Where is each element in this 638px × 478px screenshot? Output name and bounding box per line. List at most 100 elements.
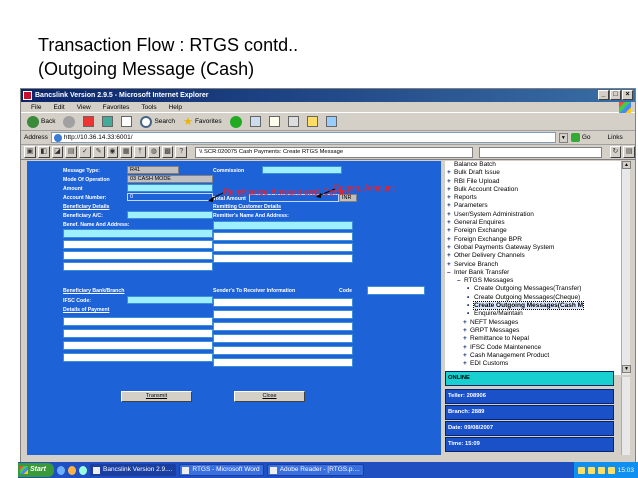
tree-node[interactable]: + Reports (445, 194, 621, 202)
benef-address-line-1[interactable] (63, 229, 213, 238)
transmit-button[interactable]: Transmit (121, 391, 192, 402)
messenger-button[interactable] (324, 114, 339, 129)
tree-expander-icon[interactable]: • (467, 294, 474, 302)
print-button[interactable] (286, 114, 301, 129)
app-tool-4[interactable]: ▤ (65, 146, 78, 158)
menu-file[interactable]: File (31, 102, 41, 112)
tree-scroll-down[interactable]: ▼ (622, 365, 631, 373)
tree-expander-icon[interactable]: + (447, 252, 454, 260)
code-select[interactable] (367, 286, 425, 295)
tray-icon-4[interactable] (607, 466, 615, 474)
tree-node[interactable]: – Inter Bank Transfer (445, 269, 621, 277)
tree-expander-icon[interactable]: + (463, 335, 470, 343)
quicklaunch-desktop-icon[interactable] (68, 465, 76, 475)
media-button[interactable] (228, 114, 244, 129)
tree-scrollbar[interactable]: ▲ ▼ (621, 161, 631, 375)
app-tool-3[interactable]: ◪ (51, 146, 64, 158)
app-tool-12[interactable]: ? (175, 146, 188, 158)
screen-search-input[interactable] (479, 146, 602, 158)
remitter-address-line-1[interactable] (213, 221, 353, 230)
menu-favorites[interactable]: Favorites (103, 102, 130, 112)
tree-expander-icon[interactable]: + (447, 227, 454, 235)
favorites-button[interactable]: ★ Favorites (181, 114, 224, 129)
tree-node[interactable]: • Enquire/Maintain (445, 310, 621, 318)
tray-icon-2[interactable] (587, 466, 595, 474)
tree-node[interactable]: + General Enquires (445, 219, 621, 227)
tree-node[interactable]: + RBI File Upload (445, 178, 621, 186)
tree-expander-icon[interactable]: + (447, 178, 454, 186)
remitter-address-line-4[interactable] (213, 254, 353, 263)
tree-expander-icon[interactable]: + (447, 261, 454, 269)
tree-node[interactable]: + Other Delivery Channels (445, 252, 621, 260)
message-type-field[interactable]: R41 (127, 166, 179, 174)
back-button[interactable]: Back (25, 114, 57, 129)
payment-details-line-1[interactable] (63, 317, 213, 326)
app-tool-10[interactable]: ◍ (147, 146, 160, 158)
stop-button[interactable] (81, 114, 96, 129)
benef-address-line-3[interactable] (63, 251, 213, 260)
tree-node[interactable]: + Global Payments Gateway System (445, 244, 621, 252)
app-tool-11[interactable]: ▩ (161, 146, 174, 158)
edit-button[interactable] (305, 114, 320, 129)
remitter-address-line-2[interactable] (213, 232, 353, 241)
mode-of-operation-field[interactable]: 03 CASH MODE (127, 175, 213, 183)
tree-expander-icon[interactable]: + (463, 319, 470, 327)
amount-input[interactable] (127, 184, 213, 192)
payment-details-line-4[interactable] (63, 353, 213, 362)
menu-tools[interactable]: Tools (141, 102, 156, 112)
sender-info-line-4[interactable] (213, 334, 353, 343)
menu-help[interactable]: Help (169, 102, 182, 112)
close-button[interactable]: Close (234, 391, 305, 402)
forward-button[interactable] (61, 114, 77, 129)
remitter-address-line-3[interactable] (213, 243, 353, 252)
refresh-button[interactable] (100, 114, 115, 129)
app-tool-2[interactable]: ◧ (37, 146, 50, 158)
quicklaunch-ie-icon[interactable] (57, 465, 65, 475)
payment-details-line-2[interactable] (63, 329, 213, 338)
app-tool-5[interactable]: ✓ (79, 146, 91, 158)
tree-node[interactable]: • Create Outgoing Messages(Transfer) (445, 285, 621, 293)
task-adobe[interactable]: Adobe Reader - [RTGS.p.... (266, 464, 364, 476)
tree-expander-icon[interactable]: + (447, 211, 454, 219)
benef-address-line-4[interactable] (63, 262, 213, 271)
task-bancslink[interactable]: Bancslink Version 2.9.... (90, 464, 177, 476)
tree-node[interactable]: + EDI Customs (445, 360, 621, 368)
payment-details-line-3[interactable] (63, 341, 213, 350)
account-number-field[interactable]: 0 (127, 193, 213, 201)
tree-expander-icon[interactable]: • (467, 285, 474, 293)
history-button[interactable] (248, 114, 263, 129)
app-tool-6[interactable]: ✎ (92, 146, 105, 158)
address-dropdown-button[interactable]: ▼ (558, 132, 568, 143)
maximize-button[interactable]: □ (610, 90, 621, 100)
close-window-button[interactable]: × (622, 90, 633, 100)
tree-node[interactable]: + NEFT Messages (445, 319, 621, 327)
tree-node[interactable]: • Create Outgoing Messages(Cash M (445, 301, 621, 311)
tree-node[interactable]: • Create Outgoing Messages(Cheque) (445, 294, 621, 302)
beneficiary-ac-input[interactable] (127, 211, 213, 219)
tree-expander-icon[interactable]: – (457, 277, 464, 285)
start-button[interactable]: Start (18, 463, 54, 477)
links-label[interactable]: Links (608, 134, 623, 141)
minimize-button[interactable]: _ (598, 90, 609, 100)
tree-node[interactable]: + Bulk Draft Issue (445, 169, 621, 177)
tree-node[interactable]: + Bulk Account Creation (445, 186, 621, 194)
tree-expander-icon[interactable]: + (463, 360, 470, 368)
search-button[interactable]: Search (138, 114, 177, 129)
tree-expander-icon[interactable]: + (447, 236, 454, 244)
quicklaunch-media-icon[interactable] (79, 465, 87, 475)
print-screen-button[interactable]: ▤ (623, 146, 635, 158)
tree-node[interactable]: + Cash Management Product (445, 352, 621, 360)
tree-node[interactable]: + Foreign Exchange BPR (445, 236, 621, 244)
sender-info-line-3[interactable] (213, 322, 353, 331)
tree-node[interactable]: – RTGS Messages (445, 277, 621, 285)
app-tool-7[interactable]: ◉ (106, 146, 119, 158)
tree-expander-icon[interactable]: • (467, 310, 474, 318)
tree-node[interactable]: + Service Branch (445, 261, 621, 269)
menu-edit[interactable]: Edit (53, 102, 64, 112)
tray-icon-1[interactable] (577, 466, 585, 474)
status-scrollbar[interactable] (621, 377, 630, 455)
tree-expander-icon[interactable]: + (463, 327, 470, 335)
tree-expander-icon[interactable]: + (447, 219, 454, 227)
commission-input[interactable] (262, 166, 342, 174)
tree-expander-icon[interactable]: + (447, 194, 454, 202)
